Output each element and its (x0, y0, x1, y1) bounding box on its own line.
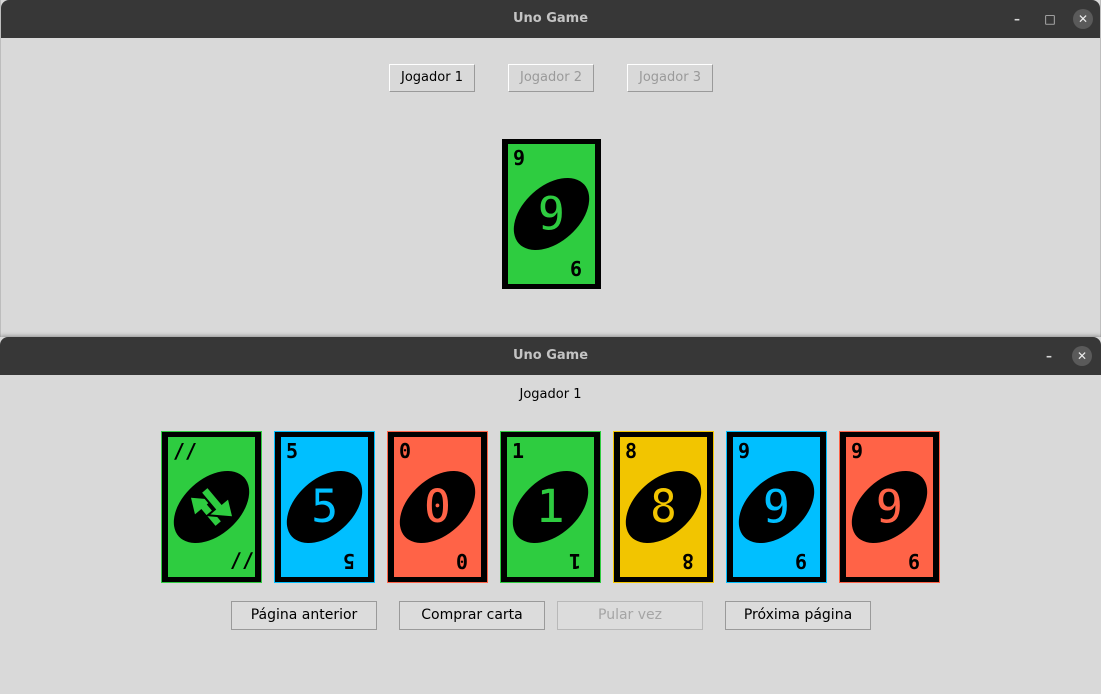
minimize-icon[interactable]: – (1007, 9, 1027, 29)
hand-card-4[interactable]: 1 1 1 (500, 431, 601, 583)
skip-turn-button[interactable]: Pular vez (557, 601, 703, 630)
svg-text:5: 5 (310, 479, 339, 535)
previous-page-button[interactable]: Página anterior (231, 601, 377, 630)
svg-text:5: 5 (343, 549, 355, 573)
svg-text://: // (230, 549, 254, 573)
svg-text:8: 8 (625, 439, 637, 463)
svg-text:9: 9 (762, 479, 791, 535)
svg-text:9: 9 (908, 549, 920, 573)
svg-text:1: 1 (569, 549, 581, 573)
svg-text:9: 9 (537, 186, 566, 242)
discard-pile-card: 9 9 9 (502, 139, 601, 289)
titlebar-hand[interactable]: Uno Game – ✕ (0, 337, 1101, 375)
tab-jogador-3[interactable]: Jogador 3 (627, 64, 713, 92)
minimize-icon[interactable]: – (1039, 346, 1059, 366)
svg-text:9: 9 (570, 256, 582, 280)
svg-text:9: 9 (875, 479, 904, 535)
svg-text:9: 9 (513, 146, 525, 170)
svg-text:1: 1 (512, 439, 524, 463)
draw-card-button[interactable]: Comprar carta (399, 601, 545, 630)
hand-card-7[interactable]: 9 9 9 (839, 431, 940, 583)
current-player-label: Jogador 1 (519, 387, 582, 402)
window-title: Uno Game (512, 11, 589, 26)
close-icon[interactable]: ✕ (1072, 346, 1092, 366)
hand-card-6[interactable]: 9 9 9 (726, 431, 827, 583)
svg-text:5: 5 (286, 439, 298, 463)
tab-jogador-2[interactable]: Jogador 2 (508, 64, 594, 92)
hand-card-2[interactable]: 5 5 5 (274, 431, 375, 583)
hand-card-3[interactable]: 0 0 0 (387, 431, 488, 583)
maximize-icon[interactable]: □ (1040, 9, 1060, 29)
titlebar-top[interactable]: Uno Game – □ ✕ (1, 0, 1100, 38)
next-page-button[interactable]: Próxima página (725, 601, 871, 630)
close-icon[interactable]: ✕ (1073, 9, 1093, 29)
svg-text://: // (173, 439, 197, 463)
svg-text:0: 0 (456, 549, 468, 573)
svg-text:9: 9 (795, 549, 807, 573)
hand-card-5[interactable]: 8 8 8 (613, 431, 714, 583)
hand-card-1[interactable]: // // (161, 431, 262, 583)
game-window-top: Uno Game – □ ✕ Jogador 1 Jogador 2 Jogad… (0, 0, 1101, 338)
svg-text:9: 9 (738, 439, 750, 463)
tab-jogador-1[interactable]: Jogador 1 (389, 64, 475, 92)
hand-content: Jogador 1 // // 5 5 5 0 0 0 1 1 1 8 8 8 … (0, 375, 1101, 694)
svg-text:8: 8 (649, 479, 678, 535)
svg-text:0: 0 (423, 479, 452, 535)
top-content: Jogador 1 Jogador 2 Jogador 3 9 9 9 (1, 38, 1100, 338)
svg-text:1: 1 (536, 479, 565, 535)
window-title: Uno Game (512, 348, 589, 363)
svg-text:9: 9 (851, 439, 863, 463)
game-window-hand: Uno Game – ✕ Jogador 1 // // 5 5 5 0 0 0… (0, 337, 1101, 694)
svg-text:0: 0 (399, 439, 411, 463)
svg-text:8: 8 (682, 549, 694, 573)
